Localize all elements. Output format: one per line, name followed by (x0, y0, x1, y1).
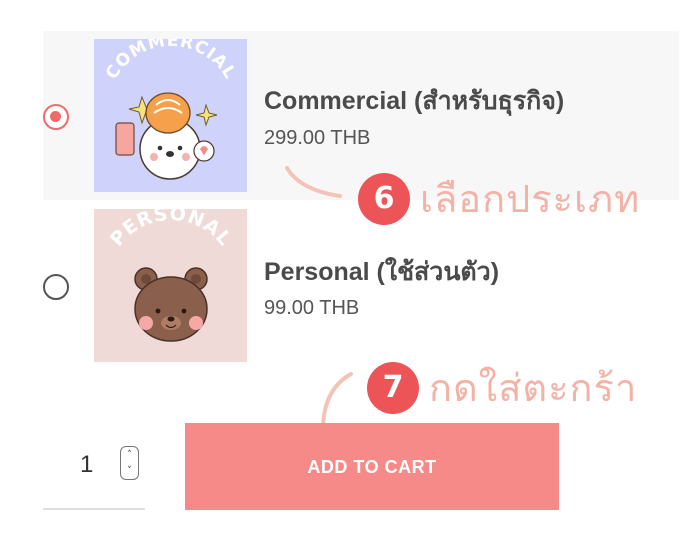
quantity-input[interactable] (80, 451, 110, 479)
add-to-cart-button[interactable]: ADD TO CART (185, 423, 559, 510)
product-name-commercial: Commercial (สำหรับธุรกิจ) (264, 87, 565, 115)
product-price-commercial: 299.00 THB (264, 127, 371, 149)
quantity-stepper[interactable]: ˄ ˅ (120, 446, 139, 480)
step-7-text: กดใส่ตะกร้า (429, 366, 638, 410)
step-6-badge: 6 (358, 172, 410, 225)
annotation-step-6: 6 เลือกประเภท (358, 168, 640, 229)
product-variant-page: COMMERCIAL Commercial (สำหรับธุรกิจ) 299… (0, 0, 690, 552)
chevron-down-icon[interactable]: ˅ (127, 466, 132, 476)
quantity-field: ˄ ˅ (43, 425, 145, 510)
step-6-text: เลือกประเภท (420, 177, 641, 221)
product-price-personal: 99.00 THB (264, 297, 360, 319)
thumbnail-personal: PERSONAL (94, 209, 247, 362)
radio-commercial[interactable] (43, 104, 69, 130)
radio-personal[interactable] (43, 274, 69, 300)
thumbnail-commercial: COMMERCIAL (94, 39, 247, 192)
product-name-personal: Personal (ใช้ส่วนตัว) (264, 258, 500, 286)
chevron-up-icon[interactable]: ˄ (127, 450, 132, 460)
annotation-step-7: 7 กดใส่ตะกร้า (367, 357, 637, 418)
step-7-badge: 7 (367, 361, 419, 414)
